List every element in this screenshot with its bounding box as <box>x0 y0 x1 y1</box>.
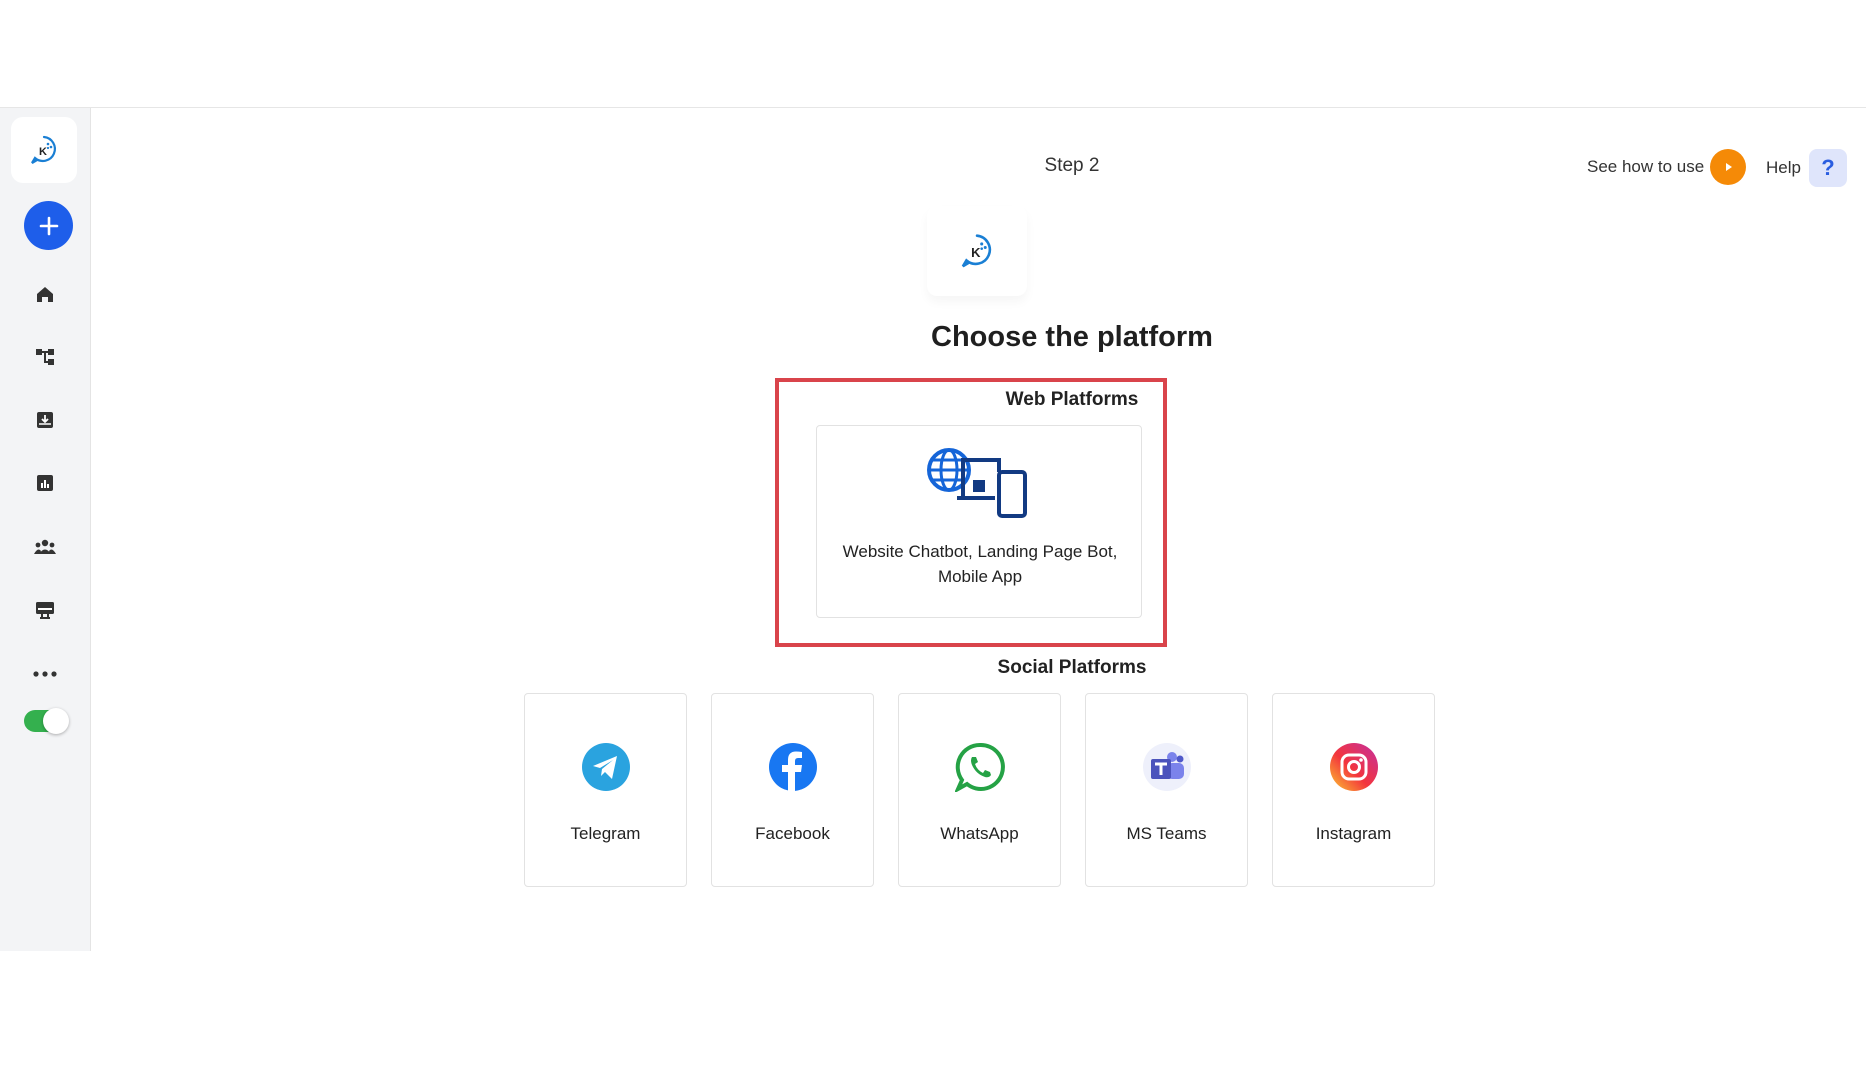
web-platform-card[interactable]: Website Chatbot, Landing Page Bot, Mobil… <box>816 425 1142 618</box>
telegram-card[interactable]: Telegram <box>524 693 687 887</box>
facebook-card[interactable]: Facebook <box>711 693 874 887</box>
ms-teams-icon <box>1143 743 1191 791</box>
status-toggle[interactable] <box>24 708 69 734</box>
whatsapp-label: WhatsApp <box>940 824 1019 843</box>
sidebar-item-home[interactable] <box>30 279 60 309</box>
facebook-label: Facebook <box>755 824 830 843</box>
sidebar-item-more[interactable] <box>30 659 60 689</box>
plus-icon <box>39 216 58 235</box>
play-icon <box>1710 149 1747 185</box>
ms-teams-label: MS Teams <box>1126 824 1207 843</box>
help-question-icon: ? <box>1808 149 1847 187</box>
see-how-to-use-label: See how to use <box>1587 157 1705 176</box>
social-platforms-heading: Social Platforms <box>997 657 1147 678</box>
step-indicator: Step 2 <box>1044 155 1100 176</box>
web-platform-description: Website Chatbot, Landing Page Bot, Mobil… <box>842 542 1118 586</box>
sidebar-item-monitor[interactable] <box>30 595 60 625</box>
sidebar-item-inbox[interactable] <box>30 405 60 435</box>
top-bar <box>0 0 1866 108</box>
sidebar: K <box>0 108 91 951</box>
telegram-label: Telegram <box>570 824 641 843</box>
ms-teams-card[interactable]: MS Teams <box>1085 693 1248 887</box>
add-button[interactable] <box>24 201 73 250</box>
main-content: Step 2 See how to use Help ? K Choose th… <box>92 109 1866 951</box>
monitor-icon <box>36 602 54 619</box>
sidebar-item-flows[interactable] <box>30 342 60 372</box>
instagram-card[interactable]: Instagram <box>1272 693 1435 887</box>
instagram-icon <box>1330 743 1378 791</box>
help-button[interactable]: Help ? <box>1766 149 1847 187</box>
whatsapp-icon <box>955 742 1005 792</box>
home-icon <box>37 287 53 302</box>
more-icon <box>33 671 57 677</box>
web-platforms-heading: Web Platforms <box>1005 389 1139 410</box>
help-label: Help <box>1766 158 1801 177</box>
page-title: Choose the platform <box>931 321 1213 353</box>
sidebar-item-users[interactable] <box>30 532 60 562</box>
whatsapp-card[interactable]: WhatsApp <box>898 693 1061 887</box>
flow-icon <box>36 349 54 365</box>
facebook-icon <box>769 743 817 791</box>
users-icon <box>34 539 56 554</box>
toggle-knob <box>43 708 69 734</box>
sidebar-item-analytics[interactable] <box>30 468 60 498</box>
kommunicate-logo-icon: K <box>31 135 56 164</box>
web-devices-icon <box>927 448 1027 518</box>
instagram-label: Instagram <box>1315 824 1392 843</box>
app-logo[interactable]: K <box>11 117 77 183</box>
analytics-icon <box>37 475 53 491</box>
telegram-icon <box>582 743 630 791</box>
bot-logo: K <box>927 206 1027 296</box>
svg-text:K: K <box>39 146 47 158</box>
svg-text:K: K <box>971 245 981 260</box>
see-how-to-use-link[interactable]: See how to use <box>1587 149 1747 185</box>
inbox-icon <box>37 412 53 428</box>
kommunicate-logo-icon: K <box>961 234 992 268</box>
